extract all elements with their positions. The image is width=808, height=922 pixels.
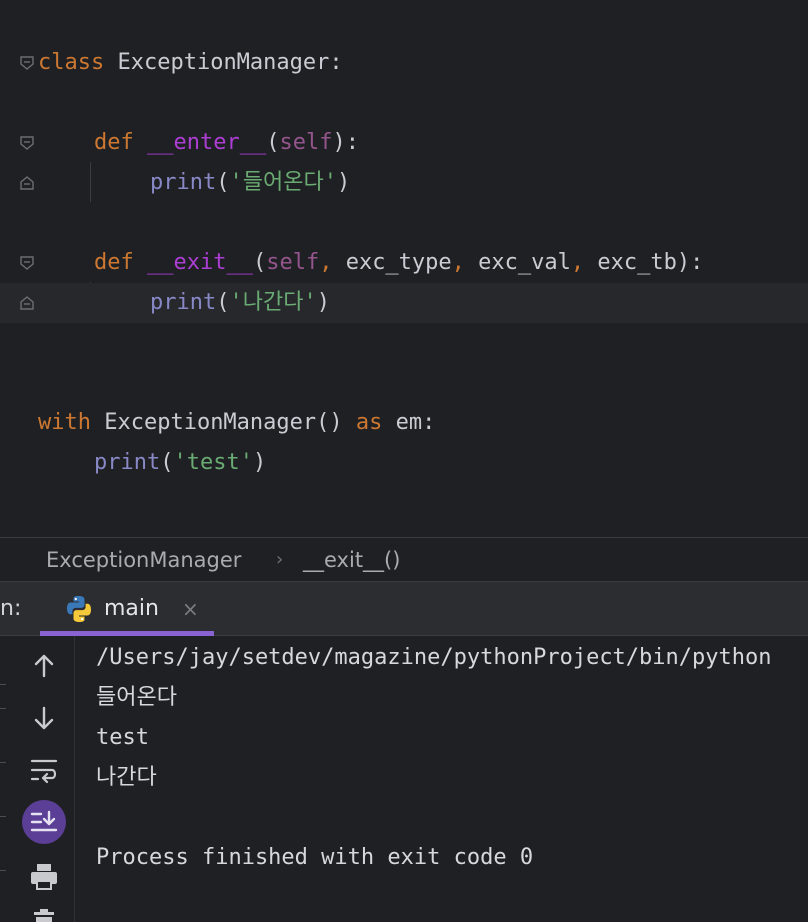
paren-close: ): [252, 450, 267, 475]
builtin-print: print: [150, 170, 217, 195]
breadcrumb-class[interactable]: ExceptionManager: [46, 538, 241, 582]
param-exc-val: exc_val: [464, 250, 571, 275]
breadcrumb: ExceptionManager › __exit__(): [0, 537, 808, 582]
arrow-down-icon[interactable]: [22, 696, 66, 740]
keyword-as: as: [342, 410, 383, 435]
close-icon[interactable]: ×: [182, 582, 199, 636]
param-self: self: [279, 130, 333, 155]
code-line-def-exit[interactable]: def __exit__(self, exc_type, exc_val, ex…: [0, 243, 808, 283]
paren-close: ):: [676, 250, 704, 275]
run-label: n:: [0, 596, 22, 621]
code-line-with[interactable]: with ExceptionManager() as em:: [0, 403, 808, 443]
run-tool-window-header: n: main ×: [0, 582, 808, 636]
param-exc-tb: exc_tb: [584, 250, 677, 275]
console-toolbar: [0, 636, 75, 922]
chevron-right-icon: ›: [276, 549, 284, 570]
string-literal: '들어온다': [229, 170, 337, 195]
paren-open: (: [266, 130, 280, 155]
divider: [0, 816, 6, 817]
print-icon[interactable]: [22, 854, 66, 898]
colon: :: [329, 50, 343, 75]
function-name: __exit__: [147, 250, 253, 275]
class-name: ExceptionManager: [104, 50, 330, 75]
code-line-class[interactable]: class ExceptionManager:: [0, 43, 808, 83]
divider: [0, 762, 6, 763]
function-name: __enter__: [147, 130, 267, 155]
fold-end-icon[interactable]: [19, 295, 35, 311]
console-line-output: test: [96, 725, 149, 750]
console-output[interactable]: /Users/jay/setdev/magazine/pythonProject…: [0, 636, 808, 922]
breadcrumb-method[interactable]: __exit__(): [303, 538, 400, 582]
string-literal: 'test': [173, 450, 253, 475]
keyword-with: with: [38, 410, 91, 435]
divider: [0, 684, 6, 685]
fold-icon[interactable]: [19, 255, 35, 271]
divider: [0, 708, 6, 709]
comma: ,: [319, 250, 333, 275]
comma: ,: [451, 250, 465, 275]
comma: ,: [570, 250, 585, 275]
param-self: self: [266, 250, 320, 275]
string-literal: '나간다': [229, 290, 317, 315]
builtin-print: print: [94, 450, 161, 475]
code-line-print-enter[interactable]: print('들어온다'): [0, 163, 808, 203]
trash-icon[interactable]: [22, 902, 66, 922]
code-editor[interactable]: class ExceptionManager: def __enter__(se…: [0, 0, 808, 537]
console-line-output: 나간다: [96, 765, 157, 790]
paren-open: (: [216, 170, 230, 195]
fold-icon[interactable]: [19, 55, 35, 71]
scroll-to-end-icon[interactable]: [22, 800, 66, 844]
tab-main[interactable]: main ×: [40, 582, 214, 636]
tab-label: main: [104, 596, 159, 621]
paren-close: ): [316, 290, 330, 315]
soft-wrap-icon[interactable]: [22, 748, 66, 792]
variable-em: em:: [382, 410, 436, 435]
divider: [0, 870, 6, 871]
call-expression: ExceptionManager(): [90, 410, 343, 435]
fold-icon[interactable]: [19, 135, 35, 151]
keyword-def: def: [94, 130, 134, 155]
paren-close: ): [336, 170, 351, 195]
console-line-command: /Users/jay/setdev/magazine/pythonProject…: [96, 645, 772, 670]
console-line-output: 들어온다: [96, 685, 177, 710]
param-exc-type: exc_type: [332, 250, 452, 275]
keyword-def: def: [94, 250, 134, 275]
code-line-def-enter[interactable]: def __enter__(self):: [0, 123, 808, 163]
code-line-print-exit[interactable]: print('나간다'): [0, 283, 808, 323]
arrow-up-icon[interactable]: [22, 644, 66, 688]
builtin-print: print: [150, 290, 217, 315]
paren-close: ):: [332, 130, 359, 155]
paren-open: (: [252, 250, 267, 275]
keyword-class: class: [38, 50, 105, 75]
console-line-exit-status: Process finished with exit code 0: [96, 845, 534, 870]
code-line-print-test[interactable]: print('test'): [0, 443, 808, 483]
paren-open: (: [216, 290, 230, 315]
python-icon: [67, 596, 91, 622]
paren-open: (: [160, 450, 174, 475]
fold-end-icon[interactable]: [19, 175, 35, 191]
